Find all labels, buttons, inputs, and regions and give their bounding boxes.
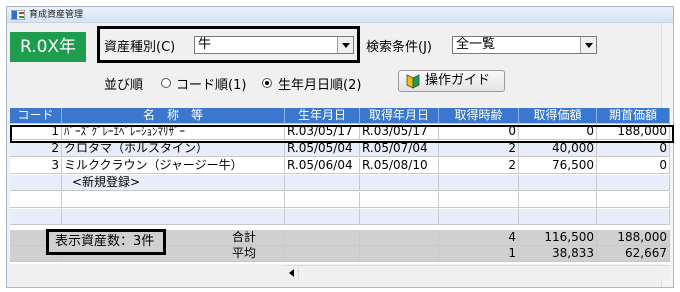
- total-age: 4: [439, 230, 519, 246]
- horizontal-scrollbar[interactable]: [285, 265, 670, 279]
- total-opening: 188,000: [597, 230, 670, 246]
- search-condition-value: 全一覧: [456, 37, 496, 52]
- app-icon: [11, 10, 25, 20]
- average-age: 1: [439, 246, 519, 262]
- sort-code-radio[interactable]: [161, 78, 171, 88]
- asset-type-highlight: [97, 26, 360, 63]
- sort-label: 並び順: [104, 78, 144, 93]
- sort-birth-label[interactable]: 生年月日順(2): [278, 74, 361, 93]
- table-row[interactable]: 1 ﾊﾞｰｽﾞｸﾞﾚｰｴﾍﾞﾚｰｼｮﾝﾏﾘｻﾞｰ R.03/05/17 R.03…: [10, 124, 670, 140]
- operation-guide-button[interactable]: 操作ガイド: [398, 70, 505, 92]
- col-acquired[interactable]: 取得年月日: [360, 108, 439, 124]
- table-row[interactable]: 3 ミルククラウン（ジャージー牛） R.05/06/04 R.05/08/10 …: [10, 158, 670, 174]
- col-name[interactable]: 名 称 等: [62, 108, 285, 124]
- beginner-mark-icon: [406, 74, 420, 89]
- scroll-left-icon[interactable]: [285, 266, 299, 279]
- asset-count-label: 表示資産数：3件: [46, 229, 166, 255]
- year-badge: R.0X年: [10, 32, 86, 62]
- total-price: 116,500: [519, 230, 597, 246]
- average-opening: 62,667: [597, 246, 670, 262]
- col-code[interactable]: コード: [10, 108, 62, 124]
- title-bar: 育成資産管理: [7, 7, 673, 23]
- window-title: 育成資産管理: [29, 10, 84, 20]
- col-birth[interactable]: 生年月日: [285, 108, 360, 124]
- table-header: コード 名 称 等 生年月日 取得年月日 取得時齢 取得価額 期首価額: [10, 108, 670, 124]
- new-entry-label[interactable]: <新規登録>: [62, 175, 285, 191]
- sort-birth-radio[interactable]: [262, 78, 272, 88]
- empty-row: [10, 209, 670, 225]
- new-entry-row[interactable]: <新規登録>: [10, 175, 670, 191]
- empty-row: [10, 192, 670, 208]
- col-opening[interactable]: 期首価額: [597, 108, 670, 124]
- average-price: 38,833: [519, 246, 597, 262]
- col-price[interactable]: 取得価額: [519, 108, 597, 124]
- table-row[interactable]: 2 クロタマ（ホルスタイン） R.05/05/04 R.05/07/04 2 4…: [10, 141, 670, 157]
- chevron-down-icon[interactable]: [580, 37, 596, 53]
- search-condition-select[interactable]: 全一覧: [452, 36, 597, 54]
- search-condition-label: 検索条件(J): [366, 40, 432, 55]
- sort-code-label[interactable]: コード順(1): [176, 74, 246, 93]
- col-age[interactable]: 取得時齢: [439, 108, 519, 124]
- operation-guide-label: 操作ガイド: [425, 73, 491, 88]
